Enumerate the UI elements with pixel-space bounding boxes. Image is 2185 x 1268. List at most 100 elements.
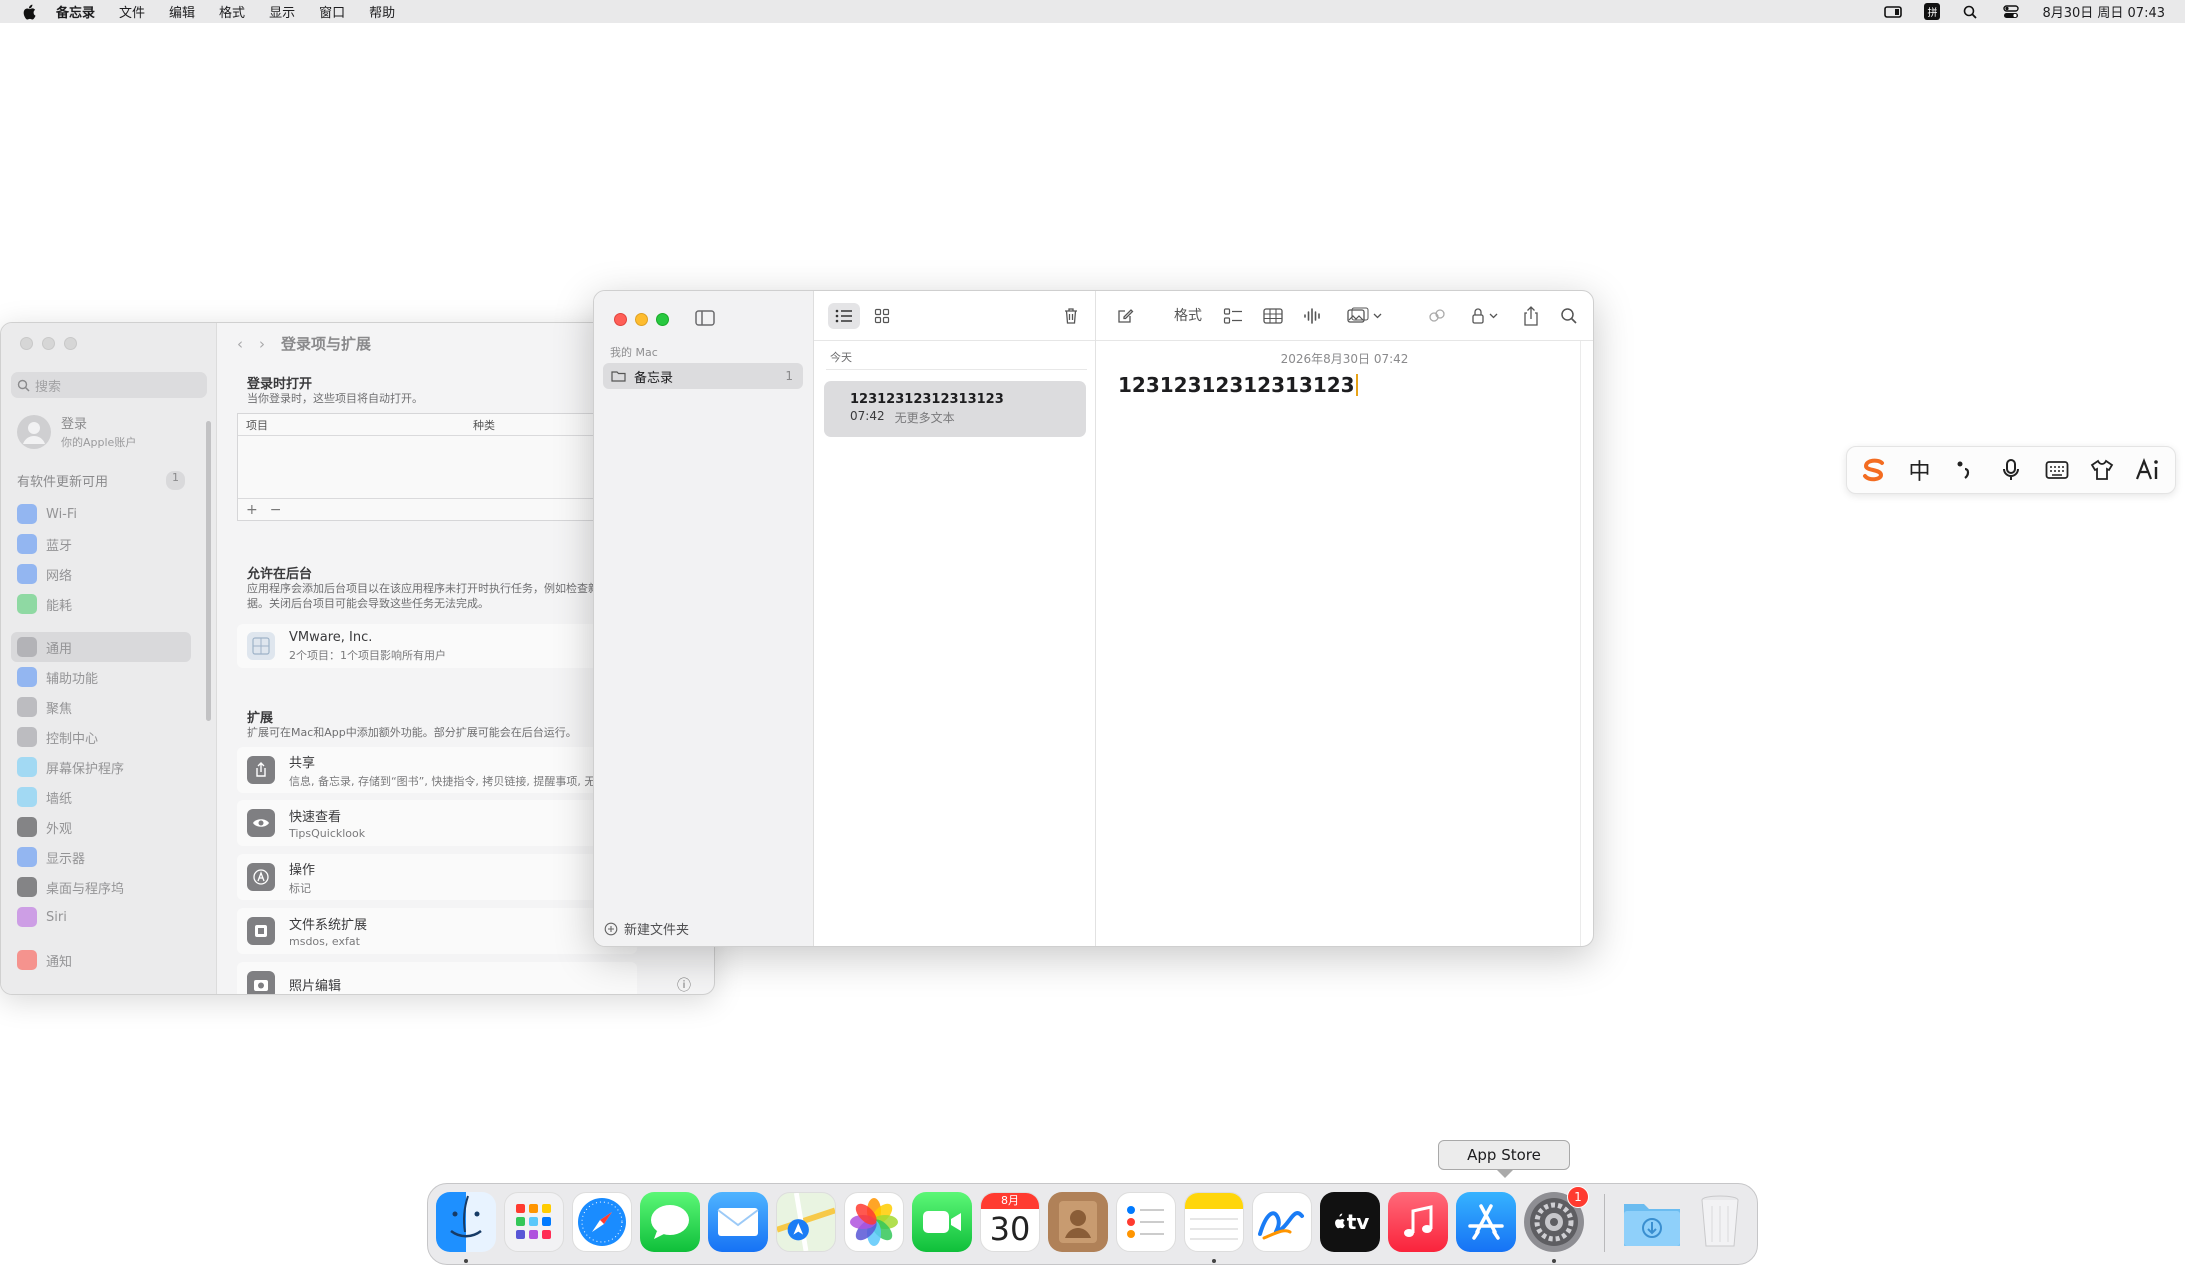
sidebar-item[interactable]: 显示器 xyxy=(11,842,191,872)
folder-notes[interactable]: 备忘录 1 xyxy=(603,363,803,389)
delete-note-button[interactable] xyxy=(1057,303,1085,329)
column-kind[interactable]: 种类 xyxy=(473,417,495,433)
dock-mail[interactable] xyxy=(708,1192,768,1252)
dock-launchpad[interactable] xyxy=(504,1192,564,1252)
format-button[interactable]: 格式 xyxy=(1174,305,1202,325)
dock-music[interactable] xyxy=(1388,1192,1448,1252)
menu-clock[interactable]: 8月30日 周日 07:43 xyxy=(2042,2,2165,21)
extension-row-filesystem[interactable]: 文件系统扩展 msdos, exfat xyxy=(237,908,637,954)
sidebar-item[interactable]: 控制中心 xyxy=(11,722,191,752)
dock-tv[interactable]: tv xyxy=(1320,1192,1380,1252)
menu-window[interactable]: 窗口 xyxy=(319,2,345,21)
menu-file[interactable]: 文件 xyxy=(119,2,145,21)
sidebar-item[interactable]: 能耗 xyxy=(11,589,191,619)
collaborate-button[interactable] xyxy=(1426,305,1448,327)
list-view-button[interactable] xyxy=(828,303,860,329)
menu-format[interactable]: 格式 xyxy=(219,2,245,21)
menu-edit[interactable]: 编辑 xyxy=(169,2,195,21)
lock-menu-button[interactable] xyxy=(1464,305,1504,327)
dock-trash[interactable] xyxy=(1690,1192,1750,1252)
sidebar-item[interactable]: 墙纸 xyxy=(11,782,191,812)
settings-zoom-button[interactable] xyxy=(64,337,77,350)
extension-row-photo-editing[interactable]: 照片编辑 ⓘ xyxy=(237,962,691,994)
spotlight-search-icon[interactable] xyxy=(1962,5,1980,19)
dock-notes[interactable] xyxy=(1184,1192,1244,1252)
share-button[interactable] xyxy=(1520,305,1542,327)
dock-downloads-folder[interactable] xyxy=(1622,1192,1682,1252)
ai-assistant-icon[interactable] xyxy=(2130,452,2166,488)
microphone-icon[interactable] xyxy=(1993,452,2029,488)
software-update-row[interactable]: 有软件更新可用 1 xyxy=(17,471,185,490)
keyboard-icon[interactable] xyxy=(2039,452,2075,488)
sidebar-item[interactable]: 辅助功能 xyxy=(11,662,191,692)
dock-safari[interactable] xyxy=(572,1192,632,1252)
menu-help[interactable]: 帮助 xyxy=(369,2,395,21)
sidebar-item[interactable]: 屏幕保护程序 xyxy=(11,752,191,782)
extension-name: 操作 xyxy=(289,862,316,878)
extension-row-share[interactable]: 共享 信息, 备忘录, 存储到“图书”, 快捷指令, 拷贝链接, 提醒事项, 无 xyxy=(237,747,637,793)
notes-minimize-button[interactable] xyxy=(635,313,648,326)
dock-calendar[interactable]: 8月 30 xyxy=(980,1192,1040,1252)
extension-row-quicklook[interactable]: 快速查看 TipsQuicklook xyxy=(237,800,637,846)
chevron-down-icon xyxy=(1489,313,1497,319)
settings-close-button[interactable] xyxy=(20,337,33,350)
sidebar-toggle-icon[interactable] xyxy=(694,308,716,328)
input-method-indicator[interactable]: 拼 xyxy=(1924,3,1941,20)
search-button[interactable] xyxy=(1558,305,1580,327)
background-item-vmware[interactable]: VMware, Inc. 2个项目：1个项目影响所有用户 xyxy=(237,624,637,668)
extension-name: 文件系统扩展 xyxy=(289,918,368,933)
sogou-logo-icon[interactable] xyxy=(1856,452,1892,488)
dock-facetime[interactable] xyxy=(912,1192,972,1252)
sidebar-item-icon xyxy=(17,787,37,807)
menu-view[interactable]: 显示 xyxy=(269,2,295,21)
dock-finder[interactable] xyxy=(436,1192,496,1252)
dock-messages[interactable] xyxy=(640,1192,700,1252)
sidebar-item[interactable]: 桌面与程序坞 xyxy=(11,872,191,902)
back-chevron-icon[interactable]: ‹ xyxy=(237,335,243,353)
sidebar-item[interactable]: Wi-Fi xyxy=(11,499,191,529)
note-body-editor[interactable]: 12312312312313123 xyxy=(1118,373,1358,397)
sidebar-item[interactable]: 通知 xyxy=(11,945,191,975)
dock-freeform[interactable] xyxy=(1252,1192,1312,1252)
screen-record-icon[interactable] xyxy=(1884,5,1903,19)
dock-contacts[interactable] xyxy=(1048,1192,1108,1252)
new-folder-button[interactable]: 新建文件夹 xyxy=(604,919,689,938)
notes-zoom-button[interactable] xyxy=(656,313,669,326)
sidebar-item[interactable]: 聚焦 xyxy=(11,692,191,722)
info-icon[interactable]: ⓘ xyxy=(677,975,691,994)
notes-close-button[interactable] xyxy=(614,313,627,326)
checklist-button[interactable] xyxy=(1222,305,1244,327)
settings-minimize-button[interactable] xyxy=(42,337,55,350)
skin-shirt-icon[interactable] xyxy=(2084,452,2120,488)
menu-app-name[interactable]: 备忘录 xyxy=(56,2,95,21)
actions-icon xyxy=(247,863,275,891)
dock-photos[interactable] xyxy=(844,1192,904,1252)
sidebar-item[interactable]: 蓝牙 xyxy=(11,529,191,559)
extension-row-actions[interactable]: 操作 标记 xyxy=(237,854,637,900)
dock-reminders[interactable] xyxy=(1116,1192,1176,1252)
remove-login-item-button[interactable]: − xyxy=(270,502,282,518)
sidebar-item[interactable]: 通用 xyxy=(11,632,191,662)
dock-maps[interactable] xyxy=(776,1192,836,1252)
column-item[interactable]: 项目 xyxy=(238,417,473,433)
gallery-view-button[interactable] xyxy=(866,303,898,329)
new-note-button[interactable] xyxy=(1114,305,1136,327)
chinese-mode-button[interactable]: 中 xyxy=(1902,452,1938,488)
apple-account-row[interactable]: 登录 你的Apple账户 xyxy=(17,413,136,450)
table-button[interactable] xyxy=(1262,305,1284,327)
audio-record-button[interactable] xyxy=(1302,305,1324,327)
apple-menu-icon[interactable] xyxy=(18,4,40,20)
add-login-item-button[interactable]: + xyxy=(246,502,258,518)
media-menu-button[interactable] xyxy=(1342,305,1386,327)
forward-chevron-icon[interactable]: › xyxy=(259,335,265,353)
dock-app-store[interactable] xyxy=(1456,1192,1516,1252)
notes-app-icon xyxy=(1185,1193,1243,1209)
sidebar-item[interactable]: 网络 xyxy=(11,559,191,589)
sidebar-item[interactable]: 外观 xyxy=(11,812,191,842)
sidebar-scrollbar[interactable] xyxy=(206,421,211,721)
punctuation-icon[interactable] xyxy=(1947,452,1983,488)
settings-search-field[interactable]: 搜索 xyxy=(11,372,207,398)
control-center-icon[interactable] xyxy=(2002,4,2020,19)
note-list-item[interactable]: 12312312312313123 07:42 无更多文本 xyxy=(824,381,1086,437)
sidebar-item[interactable]: Siri xyxy=(11,902,191,932)
